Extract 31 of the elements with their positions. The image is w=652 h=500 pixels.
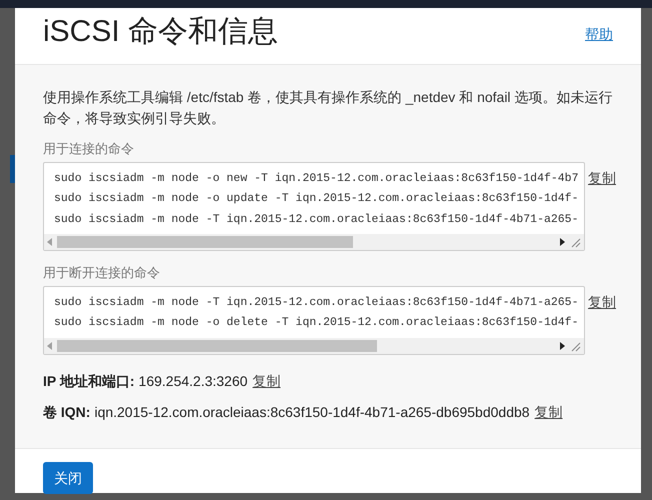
- command-line: sudo iscsiadm -m node -o delete -T iqn.2015-12.com.oracleiaas:8c63f150-1d4f-: [54, 315, 580, 331]
- description-text: 使用操作系统工具编辑 /etc/fstab 卷，使其具有操作系统的 _netdev 和 nofail 选项。如未运行命令，将导致实例引导失败。: [43, 88, 614, 128]
- horizontal-scrollbar[interactable]: [44, 338, 584, 354]
- copy-link[interactable]: 复制: [534, 402, 563, 422]
- field-label: 卷 IQN:: [43, 402, 90, 422]
- command-text-area[interactable]: sudo iscsiadm -m node -T iqn.2015-12.com.oracleiaas:8c63f150-1d4f-4b71-a265- sudo iscsiadm -m node -o delete -T iqn.2015-12.com.oracleiaas:8c63f150-1d4f-: [43, 286, 585, 354]
- command-line: sudo iscsiadm -m node -T iqn.2015-12.com.oracleiaas:8c63f150-1d4f-4b71-a265-: [54, 212, 580, 228]
- field-value: 169.254.2.3:3260: [138, 372, 248, 390]
- scrollbar-thumb[interactable]: [57, 340, 377, 352]
- command-line: sudo iscsiadm -m node -o update -T iqn.2015-12.com.oracleiaas:8c63f150-1d4f-: [54, 191, 580, 207]
- scroll-right-icon[interactable]: [559, 238, 565, 246]
- scrollbar-thumb[interactable]: [57, 236, 353, 248]
- scroll-left-icon[interactable]: [47, 238, 53, 246]
- copy-link[interactable]: 复制: [252, 370, 281, 392]
- command-text-area[interactable]: [43, 162, 585, 251]
- command-line: sudo iscsiadm -m node -T iqn.2015-12.com.oracleiaas:8c63f150-1d4f-4b71-a265-: [54, 294, 580, 310]
- close-button[interactable]: 关闭: [43, 462, 93, 494]
- field-label: IP 地址和端口:: [43, 372, 135, 390]
- copy-link[interactable]: 复制: [588, 292, 616, 312]
- horizontal-scrollbar[interactable]: [44, 234, 584, 250]
- resize-grip-icon[interactable]: [569, 236, 581, 248]
- command-line: sudo iscsiadm -m node -o new -T iqn.2015-12.com.oracleiaas:8c63f150-1d4f-4b7: [54, 170, 580, 186]
- resize-grip-icon[interactable]: [569, 340, 581, 352]
- field-value: iqn.2015-12.com.oracleiaas:8c63f150-1d4f-4b71-a265-db695bd0ddb8: [94, 402, 530, 422]
- dialog-title: iSCSI 命令和信息: [43, 14, 278, 50]
- copy-link[interactable]: 复制: [588, 168, 616, 188]
- field-label: 用于断开连接的命令: [43, 264, 161, 282]
- scroll-left-icon[interactable]: [47, 342, 53, 350]
- scroll-right-icon[interactable]: [559, 342, 565, 350]
- field-label: 用于连接的命令: [43, 140, 135, 158]
- help-link[interactable]: 帮助: [585, 24, 613, 45]
